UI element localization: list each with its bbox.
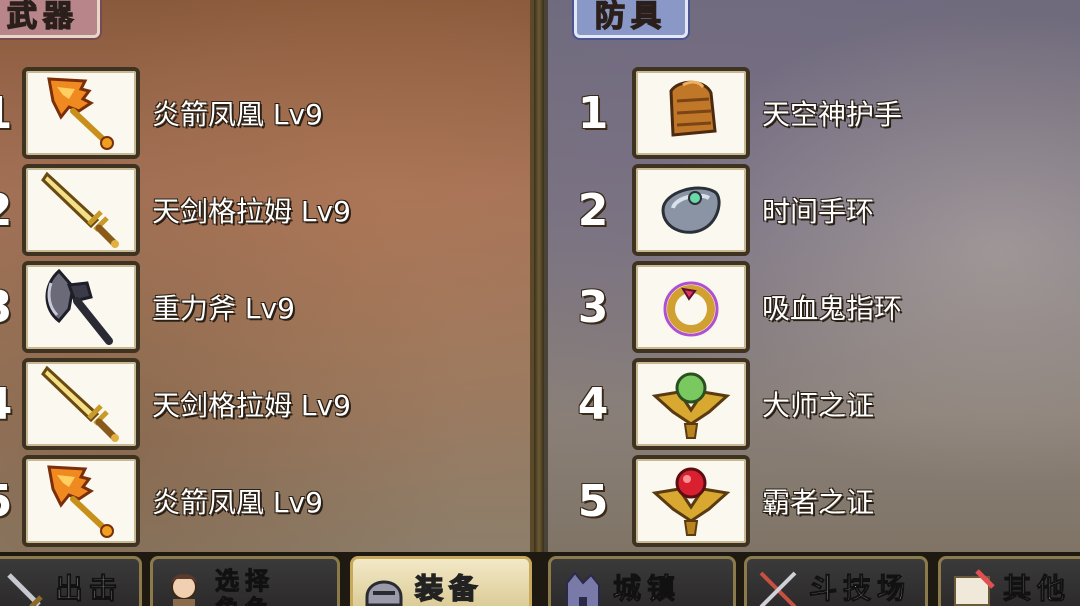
- armor-slot[interactable]: [632, 358, 750, 450]
- other-button[interactable]: 其他: [938, 556, 1080, 606]
- armor-slot[interactable]: [632, 164, 750, 256]
- slot-number: 1: [0, 88, 22, 139]
- armor-row-2[interactable]: 2 时间手环: [568, 164, 874, 256]
- helmet-icon: [365, 580, 403, 606]
- weapon-row-4[interactable]: 4 天剑格拉姆 Lv9: [0, 358, 351, 450]
- gauntlet-icon: [669, 80, 717, 137]
- weapon-row-1[interactable]: 1 炎箭凤凰 Lv9: [0, 67, 323, 159]
- armor-slot[interactable]: [632, 455, 750, 547]
- town-button[interactable]: 城镇: [548, 556, 736, 606]
- golden-sword-icon: [41, 171, 119, 248]
- slot-number: 4: [0, 379, 22, 430]
- select-character-button[interactable]: 选择 角色: [150, 556, 340, 606]
- red-emblem-icon: [651, 467, 731, 536]
- slot-number: 2: [0, 185, 22, 236]
- weapon-name: 天剑格拉姆 Lv9: [152, 195, 351, 228]
- town-label: 城镇: [612, 572, 682, 606]
- weapon-row-2[interactable]: 2 天剑格拉姆 Lv9: [0, 164, 351, 256]
- select-label-line2: 角色: [215, 595, 275, 606]
- slot-number: 5: [0, 476, 22, 527]
- weapon-row-5[interactable]: 5 炎箭凤凰 Lv9: [0, 455, 323, 547]
- weapon-slot[interactable]: [22, 164, 140, 256]
- armor-name: 吸血鬼指环: [762, 292, 903, 325]
- castle-icon: [566, 571, 600, 606]
- scroll-icon: [954, 569, 995, 606]
- panel-divider: [534, 0, 544, 552]
- sortie-button[interactable]: 出击: [0, 556, 142, 606]
- weapon-slot[interactable]: [22, 261, 140, 353]
- battle-axe-icon: [45, 268, 113, 345]
- sword-icon: [7, 573, 43, 606]
- weapons-panel: 武器 1 炎箭凤凰 Lv9 2 天剑格拉姆 Lv9 3: [0, 0, 534, 552]
- slot-number: 3: [577, 281, 609, 333]
- arena-label: 斗技场: [808, 572, 912, 606]
- weapon-slot[interactable]: [22, 358, 140, 450]
- armor-row-3[interactable]: 3 吸血鬼指环: [568, 261, 902, 353]
- crossed-swords-icon: [759, 571, 797, 606]
- slot-number: 2: [577, 184, 609, 236]
- bracelet-icon: [661, 186, 721, 234]
- weapon-name: 炎箭凤凰 Lv9: [152, 98, 323, 131]
- character-portrait-icon: [171, 574, 197, 606]
- other-label: 其他: [1002, 572, 1072, 606]
- armor-tab-title: 防具: [574, 0, 688, 38]
- flame-arrow-icon: [47, 77, 114, 150]
- equipment-label: 装备: [414, 571, 484, 606]
- select-character-label: 选择 角色: [215, 567, 275, 606]
- flame-arrow-icon: [47, 465, 114, 538]
- weapon-slot[interactable]: [22, 455, 140, 547]
- green-emblem-icon: [651, 372, 731, 439]
- sortie-label: 出击: [54, 572, 124, 606]
- slot-number: 1: [577, 87, 609, 139]
- ring-icon: [663, 281, 719, 337]
- weapon-name: 炎箭凤凰 Lv9: [152, 486, 323, 519]
- armor-row-1[interactable]: 1 天空神护手: [568, 67, 902, 159]
- equipment-button[interactable]: 装备: [350, 556, 532, 606]
- slot-number: 5: [577, 475, 609, 527]
- armor-slot[interactable]: [632, 67, 750, 159]
- armor-row-4[interactable]: 4 大师之证: [568, 358, 874, 450]
- weapon-slot[interactable]: [22, 67, 140, 159]
- armor-row-5[interactable]: 5 霸者之证: [568, 455, 874, 547]
- armor-panel: 防具 1 天空神护手 2 时间手环 3 吸血鬼指环 4 大师之证 5 霸者之证: [544, 0, 1080, 552]
- arena-button[interactable]: 斗技场: [744, 556, 928, 606]
- golden-sword-icon: [41, 365, 119, 442]
- armor-name: 大师之证: [762, 389, 875, 422]
- slot-number: 4: [577, 378, 609, 430]
- select-label-line1: 选择: [215, 567, 275, 596]
- slot-number: 3: [0, 282, 22, 333]
- armor-name: 天空神护手: [762, 98, 903, 131]
- weapon-row-3[interactable]: 3 重力斧 Lv9: [0, 261, 295, 353]
- weapon-name: 天剑格拉姆 Lv9: [152, 389, 351, 422]
- weapons-tab-title: 武器: [0, 0, 100, 38]
- weapon-name: 重力斧 Lv9: [152, 292, 295, 325]
- armor-slot[interactable]: [632, 261, 750, 353]
- armor-name: 时间手环: [762, 195, 875, 228]
- armor-name: 霸者之证: [762, 486, 875, 519]
